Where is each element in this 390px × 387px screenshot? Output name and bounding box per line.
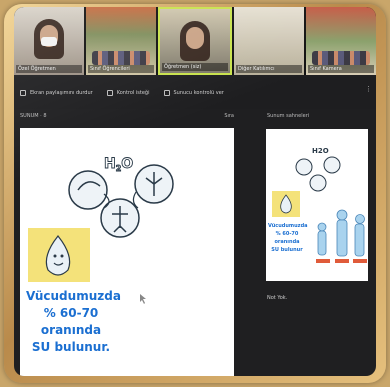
hand-water-icon bbox=[68, 170, 108, 210]
give-control-button[interactable]: Sunucu kontrolü ver bbox=[163, 90, 224, 96]
control-icon bbox=[106, 90, 113, 96]
participant-tile[interactable]: Özel Öğretmen bbox=[14, 7, 84, 75]
request-control-button[interactable]: Kontrol isteği bbox=[106, 90, 150, 96]
preview-text: Vücudumuzda % 60-70 oranında SU bulunur bbox=[268, 222, 308, 254]
participant-name: Özel Öğretmen bbox=[16, 65, 82, 73]
stop-share-label: Ekran paylaşımını durdur bbox=[30, 90, 93, 96]
participant-tile[interactable]: Sınıf Kamera bbox=[306, 7, 376, 75]
share-pane-header: SUNUM · 8 Sıra bbox=[20, 113, 234, 125]
classroom-students bbox=[92, 51, 150, 65]
slide-text-line: oranında bbox=[40, 323, 102, 337]
slide-preview[interactable]: H2O Vücudumuzda % 60-70 oranında SU bulu… bbox=[266, 129, 368, 281]
molecule-label: H2O bbox=[104, 156, 133, 173]
mask-icon bbox=[41, 37, 57, 46]
shared-slide: H2O Vücudumuzda % 60-70 oranında SU bulu… bbox=[20, 128, 234, 376]
preview-text-line: Vücudumuzda bbox=[268, 223, 308, 229]
share-pane-right: Sıra bbox=[224, 113, 234, 119]
avatar-face bbox=[186, 27, 204, 49]
notes-label: Not Yok. bbox=[267, 295, 288, 301]
preview-illustration: H2O bbox=[272, 147, 367, 263]
participant-strip: Özel Öğretmen Sınıf Öğrencileri Öğretmen… bbox=[14, 7, 376, 75]
participant-tile[interactable]: Diğer Katılımcı bbox=[234, 7, 304, 75]
slide-text: Vücudumuzda % 60-70 oranında SU bulunur. bbox=[26, 288, 121, 356]
mouse-cursor-icon bbox=[140, 294, 146, 304]
participant-tile-active-speaker[interactable]: Öğretmen (siz) bbox=[158, 7, 232, 75]
participant-tile[interactable]: Sınıf Öğrencileri bbox=[86, 7, 156, 75]
stop-share-button[interactable]: Ekran paylaşımını durdur bbox=[20, 90, 93, 96]
right-panel-title: Sunum sahneleri bbox=[267, 113, 310, 119]
participant-name: Sınıf Kamera bbox=[308, 65, 374, 73]
preview-text-line: SU bulunur bbox=[271, 247, 303, 253]
slide-text-line: Vücudumuzda bbox=[26, 289, 121, 303]
participant-name: Öğretmen (siz) bbox=[162, 63, 228, 71]
slide-text-line: % 60-70 bbox=[43, 306, 99, 320]
request-control-label: Kontrol isteği bbox=[116, 90, 150, 96]
svg-text:H2O: H2O bbox=[312, 147, 329, 155]
percentage-tags bbox=[316, 259, 367, 263]
share-toolbar: Ekran paylaşımını durdur Kontrol isteği … bbox=[14, 77, 376, 109]
body-figures bbox=[317, 209, 365, 257]
share-pane-title: SUNUM · 8 bbox=[20, 113, 47, 119]
meeting-window: Özel Öğretmen Sınıf Öğrencileri Öğretmen… bbox=[14, 7, 376, 376]
preview-text-line: oranında bbox=[274, 239, 300, 245]
participant-name: Sınıf Öğrencileri bbox=[88, 65, 154, 73]
give-control-label: Sunucu kontrolü ver bbox=[173, 90, 224, 96]
presenter-icon bbox=[163, 90, 170, 96]
more-options-icon[interactable]: ⋮ bbox=[365, 85, 372, 93]
classroom-students bbox=[312, 51, 370, 65]
stop-share-icon bbox=[20, 90, 26, 96]
participant-name: Diğer Katılımcı bbox=[236, 65, 302, 73]
slide-text-line: SU bulunur. bbox=[31, 340, 111, 354]
preview-text-line: % 60-70 bbox=[275, 231, 299, 237]
